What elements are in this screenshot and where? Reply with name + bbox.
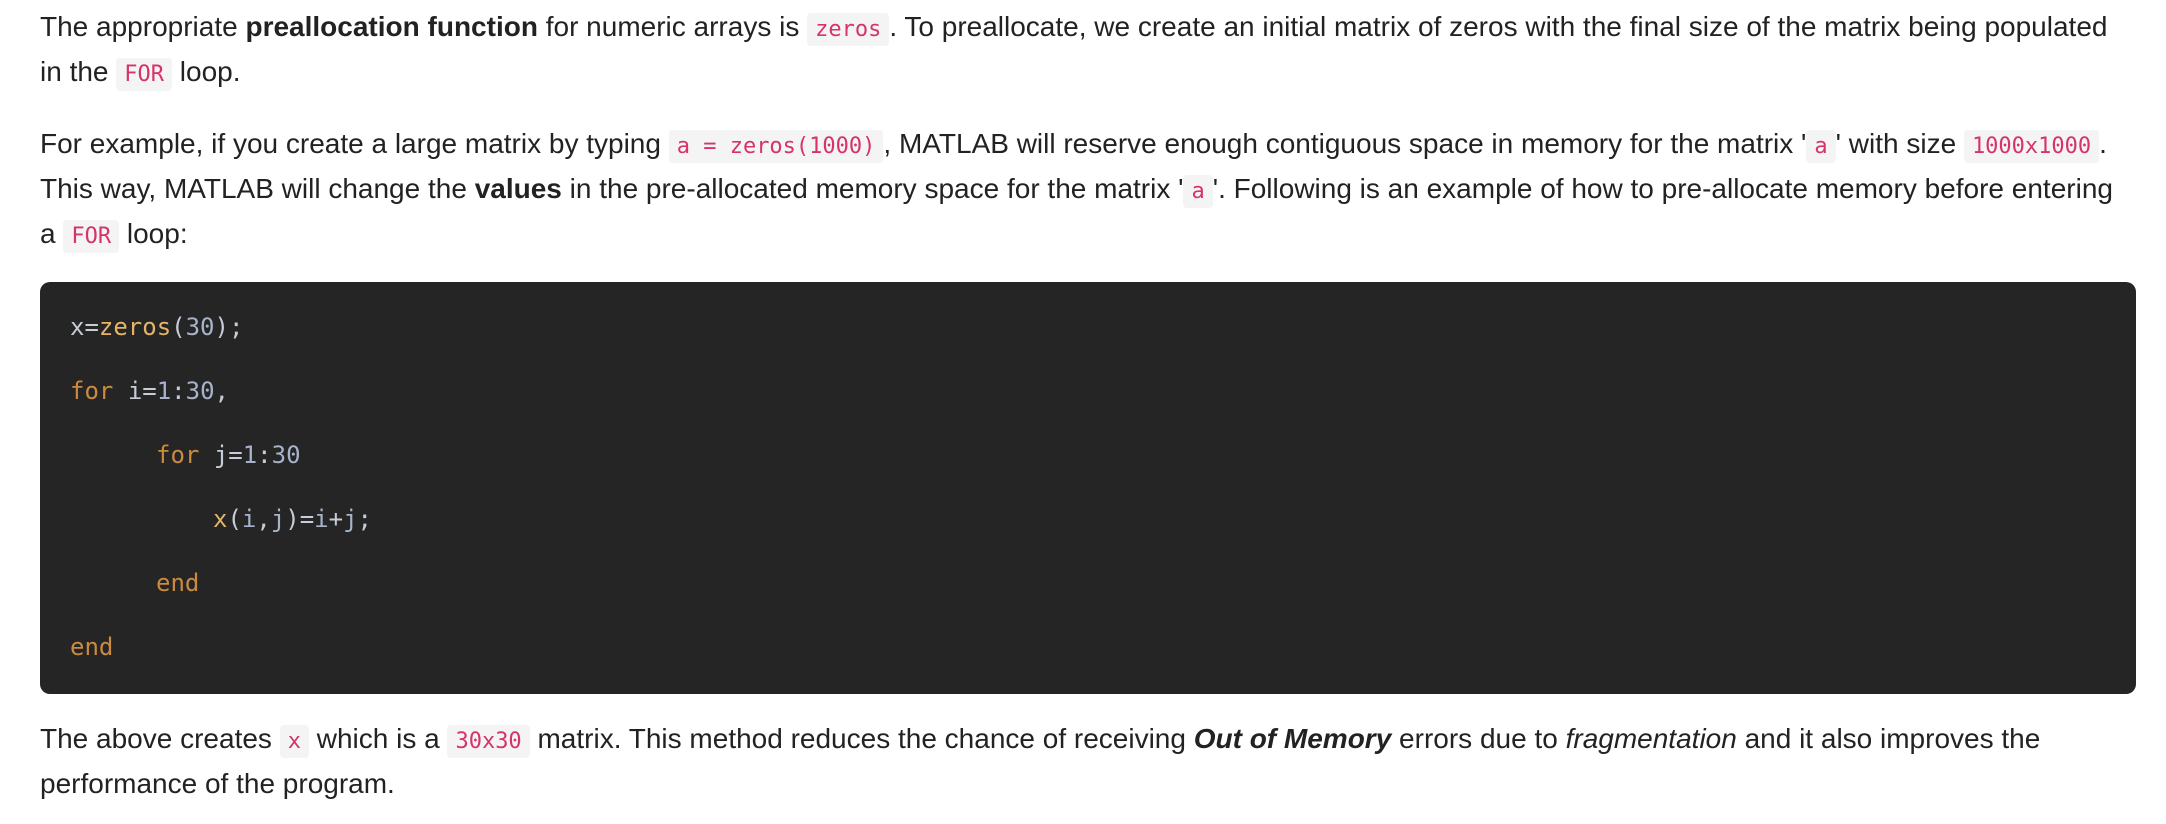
text: for numeric arrays is: [537, 11, 808, 42]
text: loop:: [119, 218, 188, 249]
text: errors due to: [1391, 723, 1566, 754]
inline-code-x: x: [279, 725, 309, 758]
paragraph-conclusion: The above creates x which is a 30x30 mat…: [40, 718, 2136, 805]
inline-code-a-zeros: a = zeros(1000): [668, 130, 884, 163]
bold-preallocation-function: preallocation function: [245, 11, 538, 42]
text: which is a: [308, 723, 448, 754]
inline-code-a: a: [1806, 130, 1836, 163]
text: loop.: [172, 56, 241, 87]
bold-italic-out-of-memory: Out of Memory: [1193, 723, 1392, 754]
code-line-3: for j=1:30: [156, 441, 301, 469]
code-line-1: x=zeros(30);: [70, 313, 244, 341]
text: , MATLAB will reserve enough contiguous …: [883, 128, 1807, 159]
text: The above creates: [40, 723, 280, 754]
inline-code-size: 1000x1000: [1963, 130, 2100, 163]
code-line-6: end: [70, 633, 114, 661]
text: matrix. This method reduces the chance o…: [529, 723, 1194, 754]
inline-code-zeros: zeros: [807, 13, 890, 46]
code-block[interactable]: x=zeros(30); for i=1:30, for j=1:30 x(i,…: [40, 282, 2136, 694]
inline-code-for: FOR: [116, 58, 173, 91]
text: The appropriate: [40, 11, 246, 42]
code-line-2: for i=1:30,: [70, 377, 229, 405]
text: For example, if you create a large matri…: [40, 128, 669, 159]
text: in the pre-allocated memory space for th…: [561, 173, 1184, 204]
inline-code-for: FOR: [63, 220, 120, 253]
paragraph-preallocation-intro: The appropriate preallocation function f…: [40, 6, 2136, 96]
text: ' with size: [1835, 128, 1964, 159]
italic-fragmentation: fragmentation: [1565, 723, 1737, 754]
code-line-5: end: [156, 569, 200, 597]
inline-code-30x30: 30x30: [447, 725, 530, 758]
code-line-4: x(i,j)=i+j;: [213, 505, 372, 533]
bold-values: values: [474, 173, 562, 204]
inline-code-a: a: [1183, 175, 1213, 208]
paragraph-example: For example, if you create a large matri…: [40, 123, 2136, 258]
